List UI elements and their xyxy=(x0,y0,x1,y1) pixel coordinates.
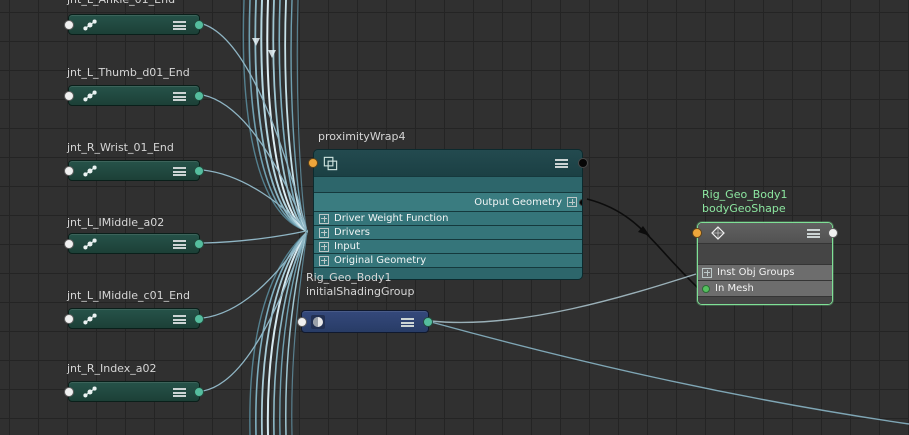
node-label: jnt_R_Index_a02 xyxy=(67,362,157,375)
attr-row-original-geometry[interactable]: Original Geometry xyxy=(314,254,582,267)
input-port[interactable] xyxy=(64,91,74,101)
menu-icon[interactable] xyxy=(173,21,186,30)
in-mesh-port[interactable] xyxy=(702,284,710,293)
bodygeoshape-header[interactable] xyxy=(698,223,832,243)
joint-node-jnt-l-imiddle-a[interactable] xyxy=(64,233,204,254)
input-port[interactable] xyxy=(64,20,74,30)
node-label: jnt_L_Ankle_01_End xyxy=(67,0,175,7)
output-port[interactable] xyxy=(194,91,204,101)
joint-node-jnt-l-imiddle-c[interactable] xyxy=(64,308,204,329)
node-label: jnt_L_IMiddle_a02 xyxy=(67,216,165,229)
proximitywrap-node[interactable]: Output Geometry Driver Weight Function D… xyxy=(308,149,588,280)
menu-icon[interactable] xyxy=(173,388,186,397)
menu-icon[interactable] xyxy=(401,318,414,327)
expand-port-icon[interactable] xyxy=(319,241,329,252)
attr-row-inst-obj-groups[interactable]: Inst Obj Groups xyxy=(698,265,832,280)
expand-port-icon[interactable] xyxy=(319,213,329,224)
wire-sg-to-instobjgroups[interactable] xyxy=(430,273,697,324)
output-port[interactable] xyxy=(194,20,204,30)
attr-row-output-geometry[interactable]: Output Geometry xyxy=(314,193,582,211)
node-label: jnt_R_Wrist_01_End xyxy=(67,141,174,154)
attr-row-in-mesh[interactable]: In Mesh xyxy=(698,281,832,296)
joint-icon xyxy=(83,90,97,102)
node-label: proximityWrap4 xyxy=(318,130,406,143)
node-label: initialShadingGroup xyxy=(306,285,415,298)
expand-port-icon[interactable] xyxy=(319,255,329,266)
shading-group-icon xyxy=(311,315,325,329)
joint-node-jnt-l-ankle[interactable] xyxy=(64,14,204,35)
attr-label: Drivers xyxy=(334,227,370,238)
input-port[interactable] xyxy=(297,317,307,327)
joint-node-jnt-r-wrist[interactable] xyxy=(64,160,204,181)
expand-port-icon[interactable] xyxy=(567,197,577,207)
joint-icon xyxy=(83,238,97,250)
menu-icon[interactable] xyxy=(173,240,186,249)
attr-row-input[interactable]: Input xyxy=(314,240,582,253)
attr-row-driver-weight-function[interactable]: Driver Weight Function xyxy=(314,212,582,225)
shading-group-node[interactable] xyxy=(297,310,433,333)
node-body-strip xyxy=(698,244,832,264)
joint-icon xyxy=(83,313,97,325)
node-label: jnt_L_IMiddle_c01_End xyxy=(67,289,190,302)
node-editor-canvas[interactable]: jnt_L_Ankle_01_End jnt_L_Thumb_d01_End j… xyxy=(0,0,909,435)
output-port[interactable] xyxy=(194,239,204,249)
attr-label: In Mesh xyxy=(715,283,754,294)
joint-icon xyxy=(83,386,97,398)
node-label: jnt_L_Thumb_d01_End xyxy=(67,66,190,79)
attr-label: Driver Weight Function xyxy=(334,213,449,224)
node-input-port[interactable] xyxy=(308,158,318,168)
node-footer xyxy=(698,297,832,304)
menu-icon[interactable] xyxy=(173,167,186,176)
input-port[interactable] xyxy=(64,387,74,397)
joint-icon xyxy=(83,19,97,31)
expand-port-icon[interactable] xyxy=(702,267,712,278)
output-port[interactable] xyxy=(194,314,204,324)
bodygeoshape-node[interactable]: Inst Obj Groups In Mesh xyxy=(692,222,838,305)
node-input-port[interactable] xyxy=(692,228,702,238)
menu-icon[interactable] xyxy=(807,229,820,238)
attr-label: Original Geometry xyxy=(334,255,427,266)
node-label: bodyGeoShape xyxy=(702,202,786,215)
node-body-strip xyxy=(314,177,582,192)
proximitywrap-header[interactable] xyxy=(314,150,582,176)
deformer-icon xyxy=(323,156,338,171)
joint-node-jnt-r-index[interactable] xyxy=(64,381,204,402)
menu-icon[interactable] xyxy=(173,315,186,324)
wire-bundle-bottom[interactable] xyxy=(249,231,308,435)
mesh-icon xyxy=(711,226,725,240)
joint-icon xyxy=(83,165,97,177)
node-output-port[interactable] xyxy=(578,158,588,168)
joint-node-jnt-l-thumb[interactable] xyxy=(64,85,204,106)
input-port[interactable] xyxy=(64,166,74,176)
output-geometry-port[interactable] xyxy=(579,198,582,206)
input-port[interactable] xyxy=(64,314,74,324)
attr-row-drivers[interactable]: Drivers xyxy=(314,226,582,239)
expand-port-icon[interactable] xyxy=(319,227,329,238)
attr-label: Output Geometry xyxy=(474,196,562,208)
wire-sg-sweep-offscreen[interactable] xyxy=(430,321,909,425)
output-port[interactable] xyxy=(194,387,204,397)
wire-outputgeometry-to-inmesh[interactable] xyxy=(586,198,699,289)
attr-label: Inst Obj Groups xyxy=(717,267,795,278)
attr-label: Input xyxy=(334,241,360,252)
output-port[interactable] xyxy=(194,166,204,176)
input-port[interactable] xyxy=(64,239,74,249)
node-output-port[interactable] xyxy=(828,228,838,238)
joint-output-wires[interactable] xyxy=(202,23,307,392)
output-port[interactable] xyxy=(423,317,433,327)
menu-icon[interactable] xyxy=(173,92,186,101)
node-label: Rig_Geo_Body1 xyxy=(702,188,788,201)
menu-icon[interactable] xyxy=(555,159,568,168)
node-label: Rig_Geo_Body1 xyxy=(306,271,392,284)
